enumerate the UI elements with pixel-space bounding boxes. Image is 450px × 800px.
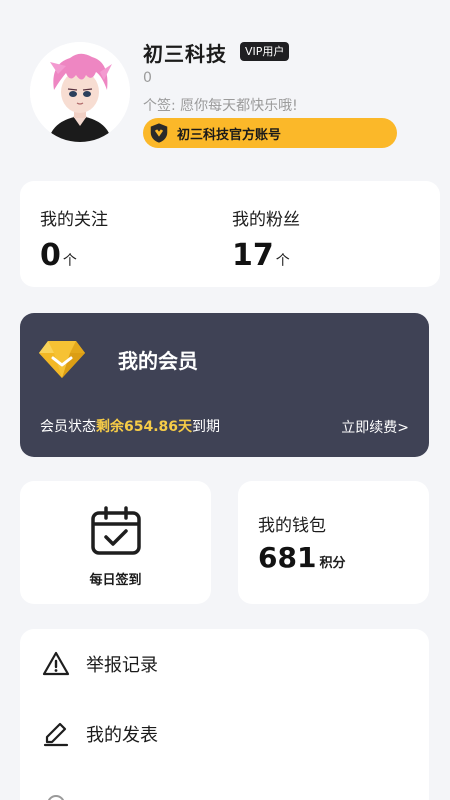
official-badge-label: 初三科技官方账号 <box>177 127 282 143</box>
wallet-title: 我的钱包 <box>258 516 326 536</box>
follow-count: 0 <box>40 238 61 273</box>
menu-item-partial[interactable] <box>20 769 429 800</box>
fans-unit: 个 <box>275 253 290 269</box>
avatar-image <box>30 42 130 142</box>
item-icon <box>47 795 65 800</box>
checkin-label: 每日签到 <box>89 573 142 588</box>
follow-unit: 个 <box>62 253 77 269</box>
menu-item-my-posts[interactable]: 我的发表 <box>20 699 429 769</box>
vip-badge: VIP用户 <box>240 42 290 61</box>
menu-list: 举报记录 我的发表 <box>20 629 429 800</box>
shield-icon <box>150 123 168 143</box>
follow-label: 我的关注 <box>40 210 108 230</box>
menu-label-posts: 我的发表 <box>86 725 158 746</box>
membership-status: 会员状态 剩余654.86天 到期 <box>40 416 220 436</box>
menu-label-report: 举报记录 <box>86 655 158 676</box>
calendar-check-icon <box>91 506 141 555</box>
status-suffix: 到期 <box>192 419 221 435</box>
warning-icon <box>42 651 70 676</box>
wallet-points: 681 <box>258 541 317 574</box>
username: 初三科技 <box>143 42 227 66</box>
membership-title: 我的会员 <box>118 349 198 373</box>
wallet-card[interactable]: 我的钱包 681 积分 <box>238 481 429 604</box>
diamond-icon <box>39 341 85 378</box>
menu-item-report-records[interactable]: 举报记录 <box>20 629 429 699</box>
daily-checkin-card[interactable]: 每日签到 <box>20 481 211 604</box>
stats-card: 我的关注 0 个 我的粉丝 17 个 <box>20 181 440 287</box>
fans-label: 我的粉丝 <box>232 210 300 230</box>
signature: 个签: 愿你每天都快乐哦! <box>143 98 298 114</box>
renew-button[interactable]: 立即续费> <box>341 417 409 437</box>
wallet-unit: 积分 <box>319 556 346 571</box>
fans-count: 17 <box>232 238 274 273</box>
status-prefix: 会员状态 <box>40 419 96 435</box>
pencil-icon <box>43 722 69 747</box>
follow-stat[interactable]: 我的关注 0 个 <box>40 205 108 273</box>
official-account-badge: 初三科技官方账号 <box>143 118 397 148</box>
status-remaining: 剩余654.86天 <box>96 419 193 435</box>
user-number: 0 <box>143 70 152 86</box>
membership-card[interactable]: 我的会员 会员状态 剩余654.86天 到期 立即续费> <box>20 313 429 457</box>
fans-stat[interactable]: 我的粉丝 17 个 <box>232 205 300 273</box>
profile-header: 初三科技 VIP用户 0 个签: 愿你每天都快乐哦! 初三科技官方账号 <box>0 0 450 170</box>
avatar[interactable] <box>30 42 130 142</box>
